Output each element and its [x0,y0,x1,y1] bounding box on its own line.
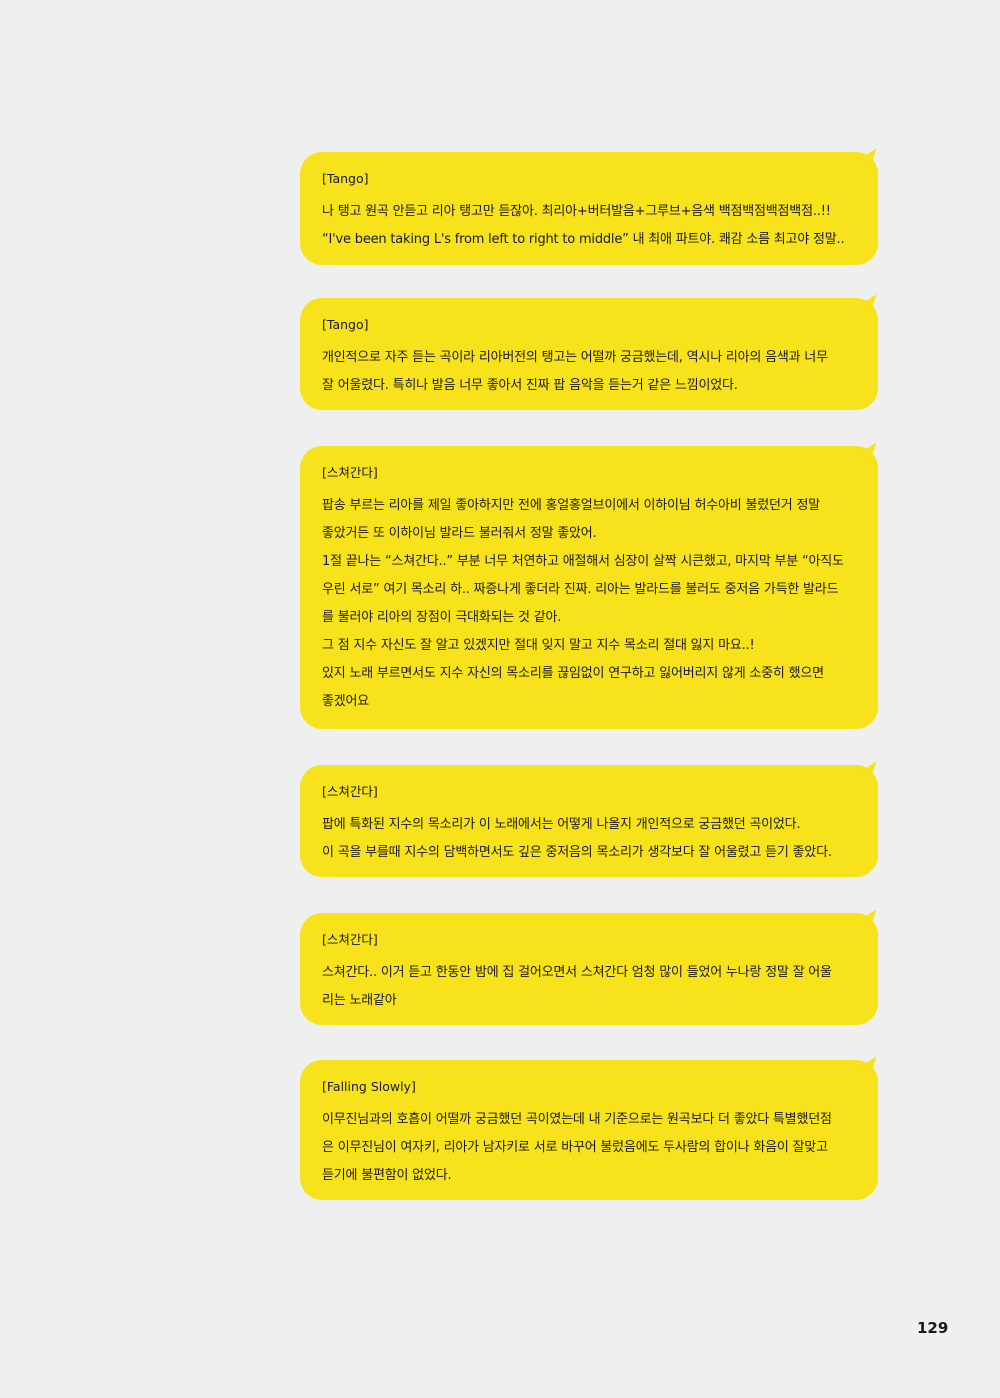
bubble-text-line: 리는 노래같아 [322,993,397,1008]
comment-bubble-6: [Falling Slowly] 이무진님과의 호흡이 어떨까 궁금했던 곡이였… [300,1052,880,1200]
bubble-text-line: 잘 어울렸다. 특히나 발음 너무 좋아서 진짜 팝 음악을 듣는거 같은 느낌… [322,378,738,393]
bubble-text-line: 은 이무진님이 여자키, 리아가 남자키로 서로 바꾸어 불렀음에도 두사람의 … [322,1140,828,1155]
bubble-song-title: [Tango] [322,171,369,186]
bubble-text-line: 이 곡을 부를때 지수의 담백하면서도 깊은 중저음의 목소리가 생각보다 잘 … [322,845,832,860]
speech-bubble-tail [860,1052,880,1072]
bubble-text-line: 좋겠어요 [322,694,370,709]
comment-bubble-5: [스쳐간다] 스쳐간다.. 이거 듣고 한동안 밤에 집 걸어오면서 스쳐간다 … [300,905,880,1025]
speech-bubble-tail [860,290,880,310]
comment-bubble-3: [스쳐간다] 팝송 부르는 리아를 제일 좋아하지만 전에 홍얼홍얼브이에서 이… [300,438,880,729]
bubble-text-line: 팝에 특화된 지수의 목소리가 이 노래에서는 어떻게 나올지 개인적으로 궁금… [322,817,801,832]
bubble-song-title: [Falling Slowly] [322,1079,416,1094]
bubble-song-title: [스쳐간다] [322,465,378,480]
bubble-text-line: 나 탱고 원곡 안듣고 리아 탱고만 듣잖아. 최리아+버터발음+그루브+음색 … [322,204,831,219]
bubble-text-line: 우린 서로” 여기 목소리 하.. 짜증나게 좋더라 진짜. 리아는 발라드를 … [322,582,839,597]
bubble-song-title: [스쳐간다] [322,932,378,947]
bubble-text-line: 있지 노래 부르면서도 지수 자신의 목소리를 끊임없이 연구하고 잃어버리지 … [322,666,824,681]
bubble-text-line: 이무진님과의 호흡이 어떨까 궁금했던 곡이였는데 내 기준으로는 원곡보다 더… [322,1112,832,1127]
bubble-text-line: 좋았거든 또 이하이님 발라드 불러줘서 정말 좋았어. [322,526,597,541]
bubble-text-line: “I've been taking L's from left to right… [322,232,845,247]
bubble-text-line: 팝송 부르는 리아를 제일 좋아하지만 전에 홍얼홍얼브이에서 이하이님 허수아… [322,498,820,513]
speech-bubble-tail [860,757,880,777]
comment-bubble-1: [Tango] 나 탱고 원곡 안듣고 리아 탱고만 듣잖아. 최리아+버터발음… [300,144,880,265]
bubble-text-line: 스쳐간다.. 이거 듣고 한동안 밤에 집 걸어오면서 스쳐간다 엄청 많이 들… [322,965,832,980]
bubble-text-line: 개인적으로 자주 듣는 곡이라 리아버전의 탱고는 어떨까 궁금했는데, 역시나… [322,350,828,365]
bubble-song-title: [Tango] [322,317,369,332]
bubble-text-line: 1절 끝나는 “스쳐간다..” 부분 너무 처연하고 애절해서 심장이 살짝 시… [322,554,844,569]
bubble-song-title: [스쳐간다] [322,784,378,799]
speech-bubble-tail [860,144,880,164]
bubble-text-line: 그 점 지수 자신도 잘 알고 있겠지만 절대 잊지 말고 지수 목소리 절대 … [322,638,755,653]
speech-bubble-tail [860,438,880,458]
bubble-text-line: 듣기에 불편함이 없었다. [322,1168,452,1183]
comment-bubble-4: [스쳐간다] 팝에 특화된 지수의 목소리가 이 노래에서는 어떻게 나올지 개… [300,757,880,877]
bubble-text-line: 를 불러야 리아의 장점이 극대화되는 것 같아. [322,610,562,625]
page-number: 129 [917,1319,949,1337]
comment-bubble-2: [Tango] 개인적으로 자주 듣는 곡이라 리아버전의 탱고는 어떨까 궁금… [300,290,880,410]
speech-bubble-tail [860,905,880,925]
